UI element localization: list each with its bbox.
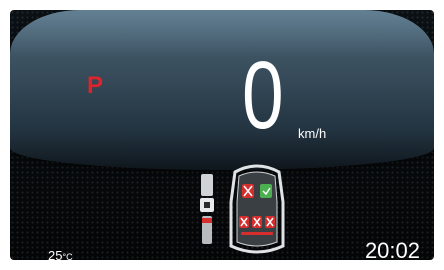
speed-unit: km/h	[298, 126, 327, 141]
clock: 20:02	[364, 238, 420, 260]
speed-readout: 0	[242, 42, 284, 149]
seat-occupancy-icon	[229, 164, 285, 254]
outside-temperature: 25°C	[48, 248, 73, 260]
temperature-unit: °C	[62, 252, 73, 260]
temperature-value: 25	[48, 248, 63, 260]
seatbelt-icon	[200, 174, 214, 244]
cluster-visor	[10, 10, 434, 170]
instrument-cluster-display: P 0 km/h 25°C 20:02	[10, 10, 434, 260]
gear-indicator: P	[87, 72, 104, 99]
